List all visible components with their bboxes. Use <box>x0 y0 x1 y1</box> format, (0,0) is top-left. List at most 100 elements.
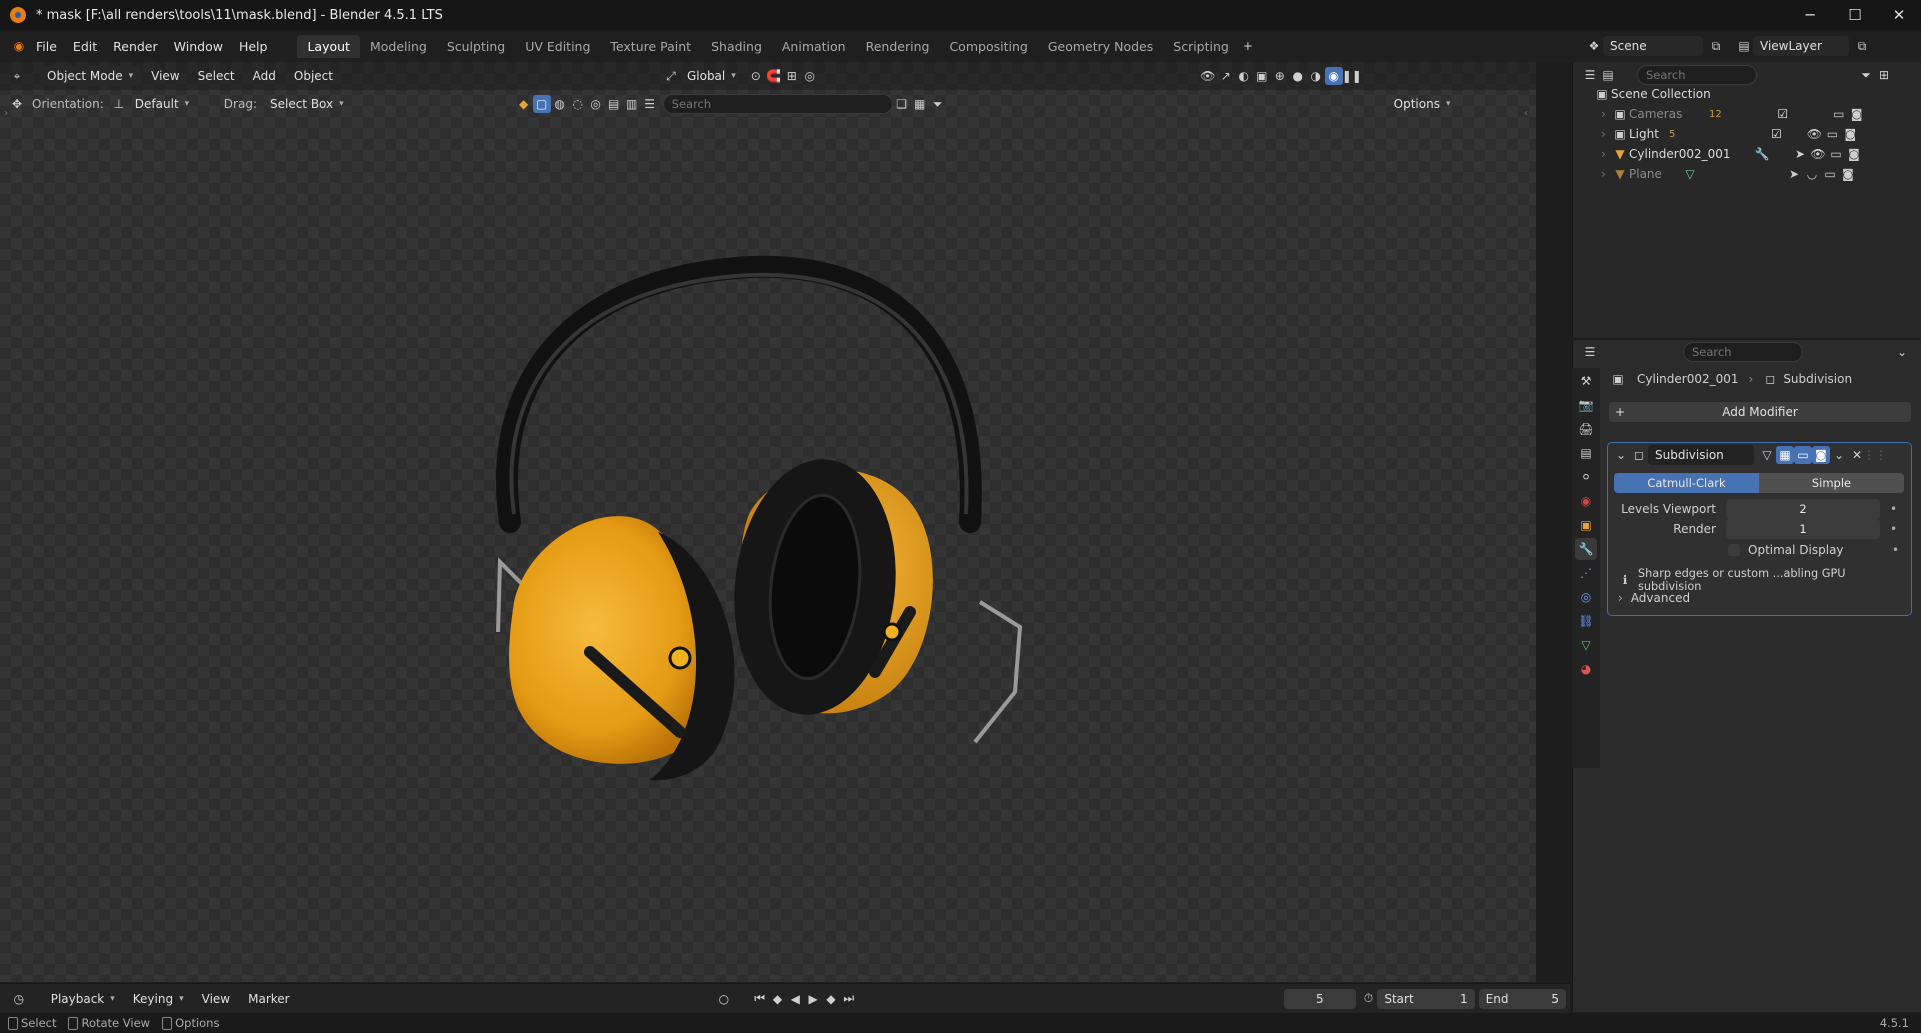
physics-tab-icon[interactable]: ◎ <box>1575 586 1597 608</box>
object-mode-dropdown[interactable]: Object Mode <box>40 66 141 86</box>
hide-eye-icon[interactable]: 👁 <box>1809 145 1827 163</box>
viewport-disable-icon[interactable]: ▭ <box>1821 165 1839 183</box>
data-tab-icon[interactable]: ▽ <box>1575 634 1597 656</box>
particles-tab-icon[interactable]: ⋰ <box>1575 562 1597 584</box>
marker-menu[interactable]: Marker <box>241 989 296 1009</box>
object-types-icon[interactable]: ◆ <box>515 95 533 113</box>
filter-text-icon[interactable]: ▤ <box>605 95 623 113</box>
minimize-button[interactable]: ─ <box>1787 0 1833 30</box>
menu-help[interactable]: Help <box>231 39 276 54</box>
view-menu[interactable]: View <box>144 66 186 86</box>
animate-dot-icon[interactable]: • <box>1892 543 1899 557</box>
render-tab-icon[interactable]: 📷 <box>1575 394 1597 416</box>
new-collection-icon[interactable]: ⊞ <box>1875 66 1893 84</box>
earmuff-model[interactable] <box>480 232 1040 792</box>
properties-editor-icon[interactable]: ☰ <box>1581 343 1599 361</box>
menu-edit[interactable]: Edit <box>65 39 105 54</box>
orientation-dropdown[interactable]: Default <box>128 94 220 114</box>
tab-rendering[interactable]: Rendering <box>856 35 940 58</box>
outliner-item-plane[interactable]: › ▼ Plane ▽ ➤ ◡ ▭ ◙ <box>1573 164 1921 184</box>
menu-file[interactable]: File <box>28 39 65 54</box>
animate-dot-icon[interactable]: • <box>1890 522 1897 536</box>
wireframe-shading-icon[interactable]: ⊕ <box>1271 67 1289 85</box>
filter-curve-icon[interactable]: ◍ <box>551 95 569 113</box>
filter-grease-icon[interactable]: ▥ <box>623 95 641 113</box>
catmull-clark-button[interactable]: Catmull-Clark <box>1614 473 1759 493</box>
output-tab-icon[interactable]: 🖨 <box>1575 418 1597 440</box>
material-shading-icon[interactable]: ◑ <box>1307 67 1325 85</box>
pause-render-icon[interactable]: ❚❚ <box>1342 67 1362 85</box>
display-mode-icon[interactable]: ▤ <box>1599 66 1617 84</box>
properties-search-input[interactable]: Search <box>1683 342 1803 362</box>
overlay-icon[interactable]: ◐ <box>1235 67 1253 85</box>
animate-dot-icon[interactable]: • <box>1890 502 1897 516</box>
outliner-filter-icon[interactable]: ⏷ <box>1857 66 1875 84</box>
object-menu[interactable]: Object <box>287 66 340 86</box>
collapse-chevron-down-icon[interactable]: ⌄ <box>1612 446 1630 464</box>
bookmark-icon[interactable]: ❏ <box>893 95 911 113</box>
tab-sculpting[interactable]: Sculpting <box>437 35 515 58</box>
snap-target-icon[interactable]: ⊞ <box>783 67 801 85</box>
proportional-edit-icon[interactable]: ◎ <box>801 67 819 85</box>
display-mode-icon[interactable]: ▦ <box>911 95 929 113</box>
hide-eye-icon[interactable]: ◡ <box>1803 165 1821 183</box>
rendered-shading-icon[interactable]: ◉ <box>1324 67 1343 85</box>
tab-geometry-nodes[interactable]: Geometry Nodes <box>1038 35 1163 58</box>
play-reverse-icon[interactable]: ◀ <box>786 990 804 1008</box>
viewport-search-input[interactable]: Search <box>662 94 893 114</box>
play-icon[interactable]: ▶ <box>804 990 822 1008</box>
preview-range-icon[interactable]: ⏱ <box>1360 990 1378 1008</box>
view-layer-icon[interactable]: ▤ <box>1735 37 1753 55</box>
tool-tab-icon[interactable]: ⚒ <box>1575 370 1597 392</box>
view-layer-selector[interactable]: ViewLayer <box>1753 36 1849 56</box>
simple-button[interactable]: Simple <box>1759 473 1904 493</box>
scene-icon[interactable]: ❖ <box>1585 37 1603 55</box>
outliner-search-input[interactable]: Search <box>1637 65 1757 85</box>
gizmo-icon[interactable]: ↗ <box>1217 67 1235 85</box>
scene-tab-icon[interactable]: ⚪ <box>1575 466 1597 488</box>
3d-viewport[interactable]: ⌖ Object Mode View Select Add Object ⤢ G… <box>0 62 1536 982</box>
tab-modeling[interactable]: Modeling <box>360 35 437 58</box>
move-tool-icon[interactable]: ✥ <box>8 95 26 113</box>
outliner-item-cylinder[interactable]: › ▼ Cylinder002_001 🔧 ➤ 👁 ▭ ◙ <box>1573 144 1921 164</box>
constraints-tab-icon[interactable]: ⛓ <box>1575 610 1597 632</box>
next-keyframe-icon[interactable]: ◆ <box>822 990 840 1008</box>
render-disable-icon[interactable]: ◙ <box>1839 165 1857 183</box>
maximize-button[interactable]: ☐ <box>1832 0 1878 30</box>
exclude-checkbox-icon[interactable]: ☑ <box>1767 125 1785 143</box>
tab-compositing[interactable]: Compositing <box>939 35 1037 58</box>
blender-menu-icon[interactable]: ◉ <box>10 37 28 55</box>
viewport-disable-icon[interactable]: ▭ <box>1827 145 1845 163</box>
outliner-item-cameras[interactable]: › ▣ Cameras 12 ☑ ▭ ◙ <box>1573 104 1921 124</box>
select-menu[interactable]: Select <box>191 66 242 86</box>
viewport-disable-icon[interactable]: ▭ <box>1823 125 1841 143</box>
add-workspace-icon[interactable]: + <box>1239 37 1257 55</box>
outliner-item-light[interactable]: › ▣ Light 5 ☑ 👁 ▭ ◙ <box>1573 124 1921 144</box>
tab-uv-editing[interactable]: UV Editing <box>515 35 600 58</box>
tab-shading[interactable]: Shading <box>701 35 772 58</box>
solid-shading-icon[interactable]: ● <box>1289 67 1307 85</box>
viewport-disable-icon[interactable]: ▭ <box>1830 105 1848 123</box>
drag-handle-icon[interactable]: ⋮⋮ <box>1863 446 1887 464</box>
options-dropdown[interactable]: Options <box>1387 94 1458 114</box>
snap-icon[interactable]: 🧲 <box>765 67 783 85</box>
new-view-layer-icon[interactable]: ⧉ <box>1853 37 1871 55</box>
modifiers-tab-icon[interactable]: 🔧 <box>1575 538 1597 560</box>
render-disable-icon[interactable]: ◙ <box>1845 145 1863 163</box>
add-modifier-button[interactable]: + Add Modifier <box>1609 402 1911 422</box>
tab-animation[interactable]: Animation <box>772 35 856 58</box>
timeline-editor-icon[interactable]: ◷ <box>10 990 28 1008</box>
add-menu[interactable]: Add <box>246 66 283 86</box>
menu-render[interactable]: Render <box>105 39 166 54</box>
new-scene-icon[interactable]: ⧉ <box>1707 37 1725 55</box>
modifier-name-input[interactable]: Subdivision <box>1648 445 1754 465</box>
xray-icon[interactable]: ▣ <box>1253 67 1271 85</box>
filter-funnel-icon[interactable]: ⏷ <box>929 95 947 113</box>
start-frame-field[interactable]: Start 1 <box>1377 988 1475 1009</box>
viewport-toggle-icon[interactable]: ▭ <box>1794 446 1812 464</box>
material-tab-icon[interactable]: ◕ <box>1575 658 1597 680</box>
drag-dropdown[interactable]: Select Box <box>263 94 351 114</box>
transform-orientation-dropdown[interactable]: Global <box>680 66 743 86</box>
toolbar-expand-icon[interactable]: › <box>4 108 8 119</box>
prev-keyframe-icon[interactable]: ◆ <box>769 990 787 1008</box>
